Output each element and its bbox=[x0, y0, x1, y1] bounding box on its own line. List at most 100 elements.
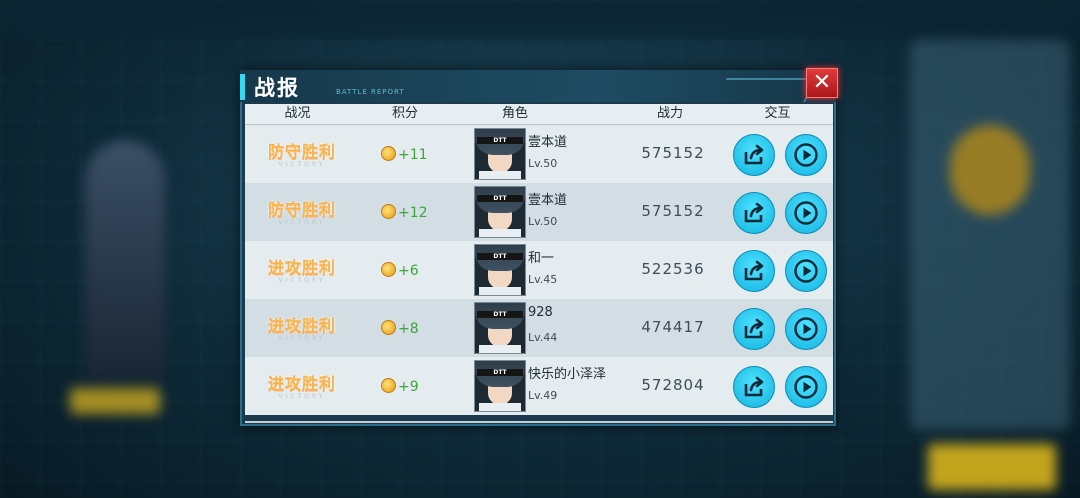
score-value: +11 bbox=[381, 146, 428, 164]
avatar[interactable]: DTT bbox=[474, 360, 526, 412]
header-score: 积分 bbox=[391, 106, 418, 121]
replay-button[interactable] bbox=[785, 134, 827, 176]
power-value: 572804 bbox=[641, 376, 705, 394]
role-name: 壹本道 bbox=[528, 193, 568, 208]
avatar-shirt bbox=[479, 287, 521, 295]
replay-button[interactable] bbox=[785, 366, 827, 408]
avatar-band: DTT bbox=[477, 311, 523, 318]
power-value: 575152 bbox=[641, 144, 705, 162]
medal-icon bbox=[381, 262, 396, 277]
share-icon bbox=[744, 144, 764, 165]
result-label: 防守胜利 VICTORY bbox=[257, 196, 347, 226]
power-value: 522536 bbox=[641, 260, 705, 278]
battle-row: 进攻胜利 VICTORY +9 DTT 快乐的小泽泽 Lv.49 572804 bbox=[245, 357, 833, 415]
role-level: Lv.44 bbox=[528, 331, 558, 344]
play-icon bbox=[794, 201, 818, 225]
score-text: +8 bbox=[398, 321, 419, 337]
score-text: +6 bbox=[398, 263, 419, 279]
score-value: +12 bbox=[381, 204, 428, 222]
header-result: 战况 bbox=[284, 106, 311, 121]
background-character bbox=[85, 140, 165, 380]
close-button[interactable]: ✕ bbox=[806, 68, 838, 98]
score-text: +12 bbox=[398, 205, 428, 221]
share-button[interactable] bbox=[733, 192, 775, 234]
role-level: Lv.50 bbox=[528, 215, 558, 228]
role-level: Lv.45 bbox=[528, 273, 558, 286]
header-interact: 交互 bbox=[764, 106, 791, 121]
play-icon bbox=[794, 375, 818, 399]
role-level: Lv.49 bbox=[528, 389, 558, 402]
score-text: +9 bbox=[398, 379, 419, 395]
dialog-title-bar: 战报 BATTLE REPORT bbox=[240, 70, 836, 102]
play-icon bbox=[794, 317, 818, 341]
score-value: +8 bbox=[381, 320, 419, 338]
title-accent bbox=[240, 74, 245, 100]
result-text: 防守胜利 bbox=[267, 200, 336, 219]
share-button[interactable] bbox=[733, 250, 775, 292]
avatar-shirt bbox=[479, 229, 521, 237]
score-text: +11 bbox=[398, 147, 428, 163]
play-icon bbox=[794, 143, 818, 167]
avatar-band: DTT bbox=[477, 253, 523, 260]
background-top-bar bbox=[0, 0, 1080, 40]
battle-row: 进攻胜利 VICTORY +8 DTT 928 Lv.44 474417 bbox=[245, 299, 833, 357]
score-value: +6 bbox=[381, 262, 419, 280]
result-text: 进攻胜利 bbox=[267, 258, 336, 277]
result-label: 进攻胜利 VICTORY bbox=[257, 254, 347, 284]
avatar-band: DTT bbox=[477, 137, 523, 144]
dialog-subtitle: BATTLE REPORT bbox=[336, 88, 405, 96]
battle-row: 防守胜利 VICTORY +12 DTT 壹本道 Lv.50 575152 bbox=[245, 183, 833, 241]
share-icon bbox=[744, 260, 764, 281]
header-role: 角色 bbox=[501, 106, 528, 121]
background-right-panel bbox=[910, 40, 1070, 430]
replay-button[interactable] bbox=[785, 192, 827, 234]
medal-icon bbox=[381, 146, 396, 161]
table-header: 战况 积分 角色 战力 交互 bbox=[245, 104, 833, 125]
role-name: 928 bbox=[528, 305, 553, 320]
avatar-band: DTT bbox=[477, 195, 523, 202]
result-label: 防守胜利 VICTORY bbox=[257, 138, 347, 168]
result-subtext: VICTORY bbox=[278, 393, 326, 400]
avatar-shirt bbox=[479, 403, 521, 411]
avatar-shirt bbox=[479, 171, 521, 179]
share-button[interactable] bbox=[733, 134, 775, 176]
score-value: +9 bbox=[381, 378, 419, 396]
medal-icon bbox=[381, 204, 396, 219]
result-label: 进攻胜利 VICTORY bbox=[257, 370, 347, 400]
result-text: 进攻胜利 bbox=[267, 316, 336, 335]
result-text: 进攻胜利 bbox=[267, 374, 336, 393]
avatar[interactable]: DTT bbox=[474, 302, 526, 354]
share-icon bbox=[744, 376, 764, 397]
avatar-band: DTT bbox=[477, 369, 523, 376]
avatar[interactable]: DTT bbox=[474, 244, 526, 296]
share-button[interactable] bbox=[733, 308, 775, 350]
role-level: Lv.50 bbox=[528, 157, 558, 170]
dialog-title: 战报 bbox=[254, 76, 300, 100]
power-value: 575152 bbox=[641, 202, 705, 220]
role-name: 壹本道 bbox=[528, 135, 568, 150]
play-icon bbox=[794, 259, 818, 283]
background-right-button bbox=[928, 444, 1056, 490]
list-overflow-edge bbox=[245, 421, 833, 423]
background-trophy-icon bbox=[950, 125, 1030, 215]
power-value: 474417 bbox=[641, 318, 705, 336]
avatar[interactable]: DTT bbox=[474, 186, 526, 238]
share-button[interactable] bbox=[733, 366, 775, 408]
role-name: 快乐的小泽泽 bbox=[528, 367, 607, 382]
replay-button[interactable] bbox=[785, 308, 827, 350]
result-text: 防守胜利 bbox=[267, 142, 336, 161]
share-icon bbox=[744, 202, 764, 223]
battle-list[interactable]: 防守胜利 VICTORY +11 DTT 壹本道 Lv.50 575152 防守… bbox=[245, 125, 833, 423]
replay-button[interactable] bbox=[785, 250, 827, 292]
share-icon bbox=[744, 318, 764, 339]
avatar-shirt bbox=[479, 345, 521, 353]
result-subtext: VICTORY bbox=[278, 161, 326, 168]
result-label: 进攻胜利 VICTORY bbox=[257, 312, 347, 342]
result-subtext: VICTORY bbox=[278, 335, 326, 342]
title-decoration bbox=[713, 78, 819, 102]
role-name: 和一 bbox=[528, 251, 555, 266]
avatar[interactable]: DTT bbox=[474, 128, 526, 180]
medal-icon bbox=[381, 378, 396, 393]
battle-row: 防守胜利 VICTORY +11 DTT 壹本道 Lv.50 575152 bbox=[245, 125, 833, 183]
battle-report-dialog: 战报 BATTLE REPORT ✕ 战况 积分 角色 战力 交互 防守胜利 V… bbox=[240, 68, 838, 426]
